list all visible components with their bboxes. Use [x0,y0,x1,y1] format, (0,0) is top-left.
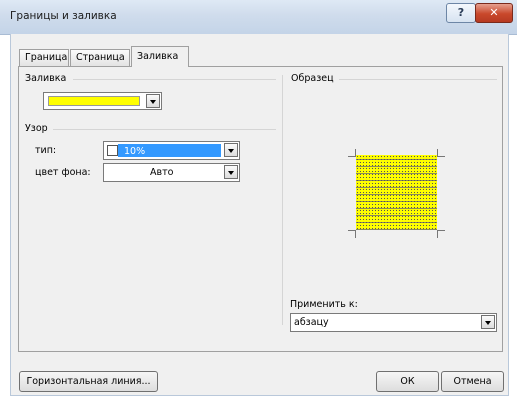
pattern-type-dropdown-icon[interactable] [224,143,238,157]
dialog-window: Границы и заливка ? ✕ Граница Страница З… [0,0,517,403]
fill-color-swatch [48,96,140,106]
pattern-bgcolor-value: Авто [150,167,174,178]
tab-shading[interactable]: Заливка [131,46,189,67]
preview-group-label: Образец [291,73,334,84]
apply-to-dropdown-icon[interactable] [481,315,495,329]
pattern-bgcolor-dropdown-icon[interactable] [224,165,238,179]
pattern-preview-box [107,145,118,156]
help-button[interactable]: ? [446,3,476,23]
pattern-type-select[interactable]: 10% [103,141,240,160]
tab-border[interactable]: Граница [19,49,69,66]
preview-corner-mark-br [437,230,445,238]
preview-corner-mark-tr [437,149,445,157]
fill-color-dropdown-icon[interactable] [146,94,160,108]
preview-corner-mark-tl [348,149,356,157]
cancel-button[interactable]: Отмена [441,371,504,392]
pattern-bgcolor-select[interactable]: Авто [103,163,240,182]
close-button[interactable]: ✕ [475,3,513,23]
shading-preview-sample [356,155,437,230]
pattern-group-divider [53,129,276,130]
pattern-bgcolor-label: цвет фона: [35,167,91,178]
apply-to-select[interactable]: абзацу [290,313,497,332]
title-bar: Границы и заливка ? ✕ [0,0,517,35]
apply-to-label: Применить к: [290,299,358,310]
fill-group-label: Заливка [25,73,67,84]
apply-to-value: абзацу [294,317,329,328]
fill-group-divider [73,79,276,80]
window-title: Границы и заливка [10,10,117,22]
tab-page[interactable]: Страница [70,49,130,66]
preview-corner-mark-bl [348,230,356,238]
fill-color-picker[interactable] [43,92,162,110]
pattern-type-label: тип: [35,145,57,156]
preview-group-divider [339,79,497,80]
pattern-group-label: Узор [25,123,48,134]
horizontal-line-button[interactable]: Горизонтальная линия... [19,371,158,392]
ok-button[interactable]: ОК [376,371,439,392]
column-divider [282,75,283,325]
pattern-type-value: 10% [118,144,221,157]
